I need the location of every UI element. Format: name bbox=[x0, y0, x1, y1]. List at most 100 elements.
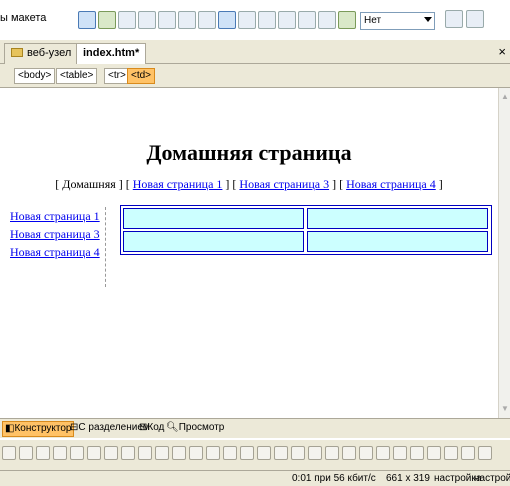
table-style-select[interactable]: Нет bbox=[360, 12, 435, 30]
tool-icon[interactable] bbox=[189, 446, 203, 460]
insert-table-icon[interactable] bbox=[118, 11, 136, 29]
design-view-editor[interactable]: Домашняя страница [ Домашняя ] [ Новая с… bbox=[0, 88, 498, 418]
download-time: 0:01 при 56 кбит/с bbox=[292, 473, 376, 484]
content-table[interactable] bbox=[120, 205, 492, 255]
tab-website[interactable]: веб-узел bbox=[4, 43, 79, 64]
tool-icon[interactable] bbox=[274, 446, 288, 460]
tool-icon[interactable] bbox=[2, 446, 16, 460]
nav-separator: ] [ bbox=[332, 177, 344, 191]
website-folder-icon bbox=[11, 48, 23, 57]
layout-toolbar-label: ы макета bbox=[0, 12, 47, 24]
align-bottom-icon[interactable] bbox=[278, 11, 296, 29]
tool-icon[interactable] bbox=[53, 446, 67, 460]
page-title: Домашняя страница bbox=[146, 140, 352, 165]
side-navigation: Новая страница 1 Новая страница 3 Новая … bbox=[10, 207, 106, 287]
tool-icon[interactable] bbox=[172, 446, 186, 460]
tool-icon[interactable] bbox=[461, 446, 475, 460]
tag-tr[interactable]: <tr> bbox=[104, 68, 130, 84]
nav-home-text: Домашняя bbox=[62, 177, 116, 191]
tool-icon[interactable] bbox=[104, 446, 118, 460]
table-cell[interactable] bbox=[307, 231, 488, 252]
tool-icon[interactable] bbox=[308, 446, 322, 460]
tool-icon[interactable] bbox=[342, 446, 356, 460]
insert-column-icon[interactable] bbox=[158, 11, 176, 29]
tool-icon[interactable] bbox=[291, 446, 305, 460]
status-setting-2[interactable]: настройка bbox=[474, 473, 510, 484]
tool-icon[interactable] bbox=[223, 446, 237, 460]
nav-bracket-close: ] bbox=[438, 177, 443, 191]
tool-icon[interactable] bbox=[376, 446, 390, 460]
nav-link-bar: [ Домашняя ] [ Новая страница 1 ] [ Нова… bbox=[0, 177, 498, 192]
tool-icon[interactable] bbox=[155, 446, 169, 460]
nav-bracket-open: [ bbox=[55, 177, 60, 191]
status-bar: 0:01 при 56 кбит/с 661 x 319 настройка н… bbox=[0, 470, 510, 486]
scroll-up-icon[interactable]: ▲ bbox=[500, 92, 510, 102]
side-link-page-1[interactable]: Новая страница 1 bbox=[10, 209, 100, 223]
tool-icon[interactable] bbox=[359, 446, 373, 460]
tool-icon[interactable] bbox=[138, 446, 152, 460]
tool-icon[interactable] bbox=[393, 446, 407, 460]
tool-icon[interactable] bbox=[87, 446, 101, 460]
tag-td[interactable]: <td> bbox=[127, 68, 156, 84]
bottom-icon-group bbox=[2, 446, 492, 460]
nav-separator: ] [ bbox=[118, 177, 130, 191]
merge-cells-icon[interactable] bbox=[218, 11, 236, 29]
table-cell[interactable] bbox=[123, 208, 304, 229]
tool-icon[interactable] bbox=[36, 446, 50, 460]
tool-icon[interactable] bbox=[478, 446, 492, 460]
tool-icon[interactable] bbox=[240, 446, 254, 460]
bottom-toolbar bbox=[0, 440, 510, 470]
tag-table[interactable]: <table> bbox=[56, 68, 98, 84]
delete-cell-icon[interactable] bbox=[178, 11, 196, 29]
chevron-down-icon[interactable] bbox=[424, 17, 432, 22]
tab-preview-label: Просмотр bbox=[178, 422, 225, 433]
tab-design-label: Конструктор bbox=[14, 423, 72, 434]
tool-icon[interactable] bbox=[19, 446, 33, 460]
nav-link-page-3[interactable]: Новая страница 3 bbox=[239, 177, 329, 191]
tab-website-label: веб-узел bbox=[27, 47, 72, 59]
split-cell-icon[interactable] bbox=[198, 11, 216, 29]
layout-cell-icon[interactable] bbox=[98, 11, 116, 29]
tool-icon[interactable] bbox=[427, 446, 441, 460]
scroll-down-icon[interactable]: ▼ bbox=[500, 404, 510, 414]
vertical-scrollbar[interactable]: ▲ ▼ bbox=[498, 88, 510, 418]
fill-color-icon[interactable] bbox=[338, 11, 356, 29]
tool-icon[interactable] bbox=[325, 446, 339, 460]
toolbar-icon-group bbox=[78, 4, 356, 36]
table-cell[interactable] bbox=[123, 231, 304, 252]
tool-icon[interactable] bbox=[444, 446, 458, 460]
tab-index-htm[interactable]: index.htm* bbox=[76, 43, 147, 65]
tab-preview[interactable]: 🔍︎Просмотр bbox=[164, 421, 226, 437]
tool-icon[interactable] bbox=[257, 446, 271, 460]
table-cell[interactable] bbox=[307, 208, 488, 229]
preview-view-icon: 🔍︎ bbox=[166, 422, 179, 433]
tab-code[interactable]: ⊡Код bbox=[137, 421, 166, 437]
distribute-columns-icon[interactable] bbox=[318, 11, 336, 29]
side-link-page-3[interactable]: Новая страница 3 bbox=[10, 227, 100, 241]
window-size[interactable]: 661 x 319 bbox=[386, 473, 430, 484]
view-mode-tabs: ◧Конструктор ⊟С разделением ⊡Код 🔍︎Просм… bbox=[0, 418, 510, 438]
toolbar-extra-icons bbox=[445, 10, 484, 28]
tool-icon[interactable] bbox=[121, 446, 135, 460]
tag-body[interactable]: <body> bbox=[14, 68, 56, 84]
formatting-toolbar: ы макета Нет bbox=[0, 0, 510, 40]
tab-code-label: Код bbox=[147, 422, 165, 433]
side-link-page-4[interactable]: Новая страница 4 bbox=[10, 245, 100, 259]
insert-row-icon[interactable] bbox=[138, 11, 156, 29]
distribute-rows-icon[interactable] bbox=[298, 11, 316, 29]
tool-icon[interactable] bbox=[410, 446, 424, 460]
table-properties-icon[interactable] bbox=[466, 10, 484, 28]
tab-design[interactable]: ◧Конструктор bbox=[2, 421, 75, 437]
document-tabbar: веб-узел index.htm* × bbox=[0, 40, 510, 65]
tab-index-htm-label: index.htm* bbox=[83, 47, 140, 59]
tool-icon[interactable] bbox=[206, 446, 220, 460]
nav-link-page-1[interactable]: Новая страница 1 bbox=[133, 177, 223, 191]
tool-icon[interactable] bbox=[70, 446, 84, 460]
layout-table-icon[interactable] bbox=[78, 11, 96, 29]
close-icon[interactable]: × bbox=[498, 44, 506, 59]
autoformat-icon[interactable] bbox=[445, 10, 463, 28]
align-middle-icon[interactable] bbox=[258, 11, 276, 29]
nav-link-page-4[interactable]: Новая страница 4 bbox=[346, 177, 436, 191]
table-style-value: Нет bbox=[364, 15, 382, 26]
align-top-icon[interactable] bbox=[238, 11, 256, 29]
